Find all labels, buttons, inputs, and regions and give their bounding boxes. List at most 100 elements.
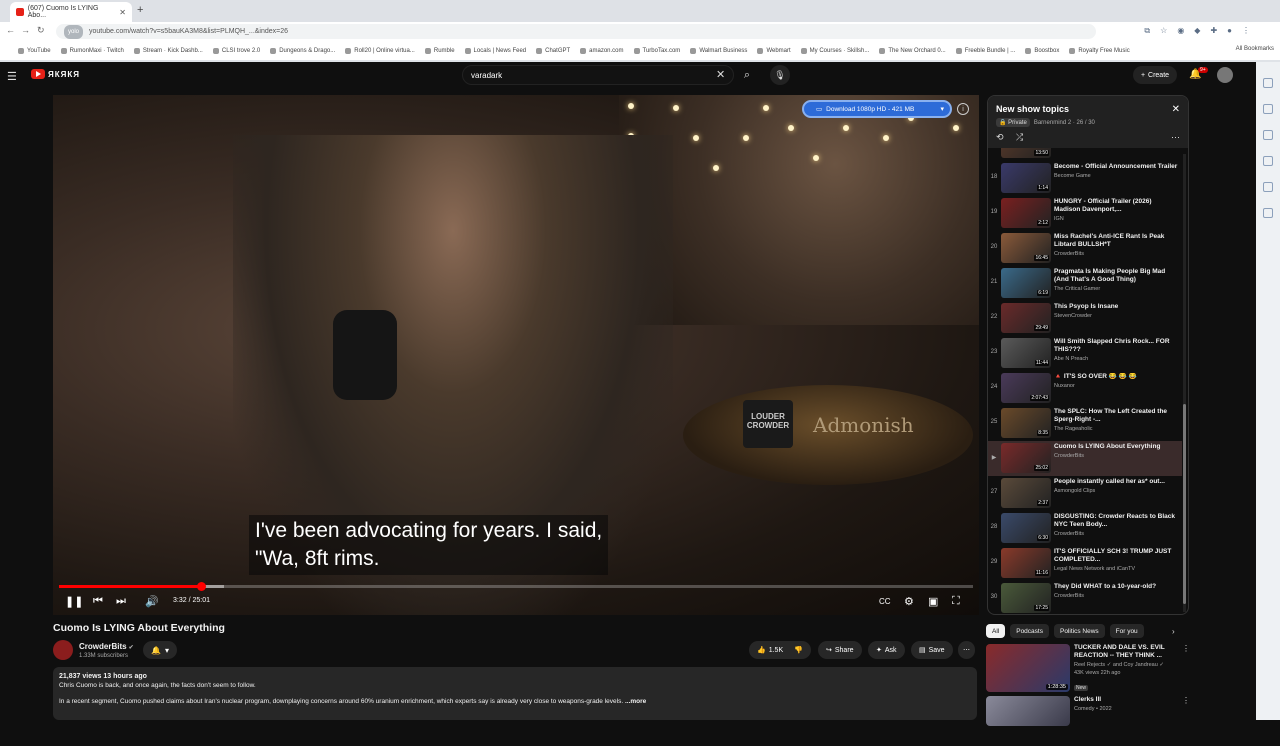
like-dislike-button[interactable]: 👍 1.5K 👎 xyxy=(749,641,811,659)
settings-gear-icon[interactable]: ⚙ xyxy=(904,595,914,608)
filter-chip[interactable]: Podcasts xyxy=(1010,624,1049,638)
search-input[interactable]: varadark xyxy=(462,65,734,85)
bookmark-item[interactable]: Locals | News Feed xyxy=(464,48,526,54)
playlist-item[interactable]: 21 6:19 Pragmata Is Making People Big Mad … xyxy=(988,266,1182,301)
filter-chip[interactable]: All xyxy=(986,624,1006,638)
profile-icon[interactable]: ● xyxy=(1227,26,1232,36)
video-thumbnail[interactable]: 11:44 xyxy=(1001,338,1051,368)
next-icon[interactable]: ⏭ xyxy=(116,595,126,608)
playlist-item[interactable]: 13:50Asmongold TV xyxy=(988,148,1182,161)
tab-close-icon[interactable]: ✕ xyxy=(119,8,126,17)
chevron-right-icon[interactable]: › xyxy=(1172,627,1175,636)
video-thumbnail[interactable]: 2:37 xyxy=(1001,478,1051,508)
video-thumbnail[interactable]: 1:14 xyxy=(1001,163,1051,193)
video-thumbnail[interactable]: 2:07:43 xyxy=(1001,373,1051,403)
video-thumbnail[interactable] xyxy=(986,696,1070,726)
bookmark-item[interactable]: Webmart xyxy=(757,48,791,54)
playlist-scrollbar[interactable] xyxy=(1183,154,1186,612)
info-icon[interactable]: i xyxy=(957,103,969,115)
share-button[interactable]: ↪ Share xyxy=(818,641,862,659)
playlist-item[interactable]: 27 2:37 People instantly called her as* ou… xyxy=(988,476,1182,511)
reload-icon[interactable]: ↻ xyxy=(37,25,45,36)
all-bookmarks[interactable]: All Bookmarks xyxy=(1236,46,1274,52)
menu-dots-icon[interactable]: ⋮ xyxy=(1242,26,1250,36)
youtube-logo[interactable]: ЯКЯКЯ xyxy=(31,69,80,79)
video-thumbnail[interactable]: 6:30 xyxy=(1001,513,1051,543)
extension-icon[interactable]: ◉ xyxy=(1177,26,1184,36)
video-thumbnail[interactable]: 13:50 xyxy=(1001,148,1051,158)
more-dots-icon[interactable]: ⋯ xyxy=(1171,132,1180,143)
sidebar-tool-icon[interactable] xyxy=(1263,182,1273,192)
playlist-item[interactable]: 30 17:25 They Did WHAT to a 10-year-old? Cr… xyxy=(988,581,1182,614)
bookmark-item[interactable]: YouTube xyxy=(18,48,51,54)
video-thumbnail[interactable]: 17:25 xyxy=(1001,583,1051,613)
channel-avatar[interactable] xyxy=(53,640,73,660)
close-icon[interactable]: ✕ xyxy=(1172,104,1180,115)
download-button[interactable]: ▭ Download 1080p HD - 421 MB ▾ xyxy=(802,100,952,118)
playlist-item[interactable]: 29 11:16 IT'S OFFICIALLY SCH 3! TRUMP JUST… xyxy=(988,546,1182,581)
ask-button[interactable]: ✦ Ask xyxy=(868,641,905,659)
microphone-icon[interactable]: 🎙 xyxy=(770,65,790,85)
playlist-item[interactable]: 18 1:14 Become - Official Announcement Tra… xyxy=(988,161,1182,196)
chevron-down-icon[interactable]: ▾ xyxy=(940,105,944,113)
filter-chip[interactable]: For you xyxy=(1109,624,1144,638)
bookmark-item[interactable]: My Courses · Skillsh... xyxy=(800,48,869,54)
previous-icon[interactable]: ⏮ xyxy=(93,595,103,608)
sidebar-tool-icon[interactable] xyxy=(1263,78,1273,88)
video-thumbnail[interactable]: 16:45 xyxy=(1001,233,1051,263)
bookmark-item[interactable]: CLSI trove 2.0 xyxy=(212,48,260,54)
bookmark-item[interactable]: ChatGPT xyxy=(536,48,570,54)
bookmark-item[interactable]: RumonMaxi · Twitch xyxy=(60,48,124,54)
volume-icon[interactable]: 🔊 xyxy=(145,595,159,608)
playlist-item[interactable]: 23 11:44 Will Smith Slapped Chris Rock... … xyxy=(988,336,1182,371)
save-button[interactable]: ▤ Save xyxy=(911,641,953,659)
recommended-video[interactable]: 1:28:35 TUCKER AND DALE VS. EVIL REACTION… xyxy=(986,644,1190,694)
avatar[interactable] xyxy=(1217,67,1233,83)
progress-bar[interactable] xyxy=(59,582,973,591)
playlist-item[interactable]: 28 6:30 DISGUSTING: Crowder Reacts to Blac… xyxy=(988,511,1182,546)
bookmark-item[interactable]: Walmart Business xyxy=(690,48,747,54)
filter-chip[interactable]: Politics News xyxy=(1053,624,1105,638)
sidebar-tool-icon[interactable] xyxy=(1263,208,1273,218)
sidebar-tool-icon[interactable] xyxy=(1263,130,1273,140)
playlist-item[interactable]: 20 16:45 Miss Rachel's Anti-ICE Rant Is Pe… xyxy=(988,231,1182,266)
forward-icon[interactable]: → xyxy=(21,25,30,35)
new-tab-button[interactable]: + xyxy=(137,4,143,16)
bookmark-item[interactable]: Dungeons & Drago... xyxy=(270,48,335,54)
bookmark-item[interactable]: amazon.com xyxy=(580,48,624,54)
scrollbar-thumb[interactable] xyxy=(1183,404,1186,604)
url-bar[interactable]: yolo youtube.com/watch?v=s5bauKA3M8&list… xyxy=(56,24,1096,39)
fullscreen-icon[interactable]: ⛶ xyxy=(952,595,960,608)
back-icon[interactable]: ← xyxy=(6,25,15,35)
url-chip[interactable]: yolo xyxy=(64,24,84,39)
video-player[interactable]: LOUDER CROWDER Admonish ▭ Download 1080p… xyxy=(53,95,979,615)
more-dots-icon[interactable]: ⋮ xyxy=(1182,696,1190,705)
video-thumbnail[interactable]: 29:49 xyxy=(1001,303,1051,333)
playlist-item[interactable]: 24 2:07:43 🔺 IT'S SO OVER 😂 😂 😂 Nuxanor xyxy=(988,371,1182,406)
bookmark-item[interactable]: TurboTax.com xyxy=(633,48,680,54)
bookmark-item[interactable]: Royalty Free Music xyxy=(1069,48,1130,54)
sidebar-tool-icon[interactable] xyxy=(1263,156,1273,166)
playlist-title[interactable]: New show topics xyxy=(996,104,1069,114)
extension-icon[interactable]: ◆ xyxy=(1194,26,1200,36)
pause-icon[interactable]: ❚❚ xyxy=(65,595,83,608)
bookmark-item[interactable]: The New Orchard 0... xyxy=(879,48,946,54)
subscription-bell-button[interactable]: 🔔 ▾ xyxy=(143,641,177,659)
video-thumbnail[interactable]: 6:19 xyxy=(1001,268,1051,298)
bookmark-item[interactable]: Rumble xyxy=(424,48,455,54)
bookmark-item[interactable]: Freeble Bundle | ... xyxy=(955,48,1015,54)
more-actions-button[interactable]: ⋯ xyxy=(958,641,975,659)
description-box[interactable]: 21,837 views 13 hours ago Chris Cuomo is… xyxy=(53,667,977,720)
miniplayer-icon[interactable]: ▣ xyxy=(928,595,938,608)
channel-name[interactable]: CrowderBits ✔ xyxy=(79,642,134,651)
playlist-item[interactable]: ▶ 25:02 Cuomo Is LYING About Everything Cro… xyxy=(988,441,1182,476)
video-thumbnail[interactable]: 11:16 xyxy=(1001,548,1051,578)
clear-search-icon[interactable]: ✕ xyxy=(716,68,725,81)
search-icon[interactable]: ⌕ xyxy=(735,65,759,85)
menu-icon[interactable]: ☰ xyxy=(7,70,17,83)
scrubber-handle[interactable] xyxy=(196,582,206,591)
recommended-video[interactable]: Clerks III Comedy • 2022 ⋮ xyxy=(986,696,1190,746)
thumbs-down-icon[interactable]: 👎 xyxy=(794,646,803,654)
more-dots-icon[interactable]: ⋮ xyxy=(1182,644,1190,653)
bookmark-item[interactable]: Stream · Kick Dashb... xyxy=(133,48,203,54)
